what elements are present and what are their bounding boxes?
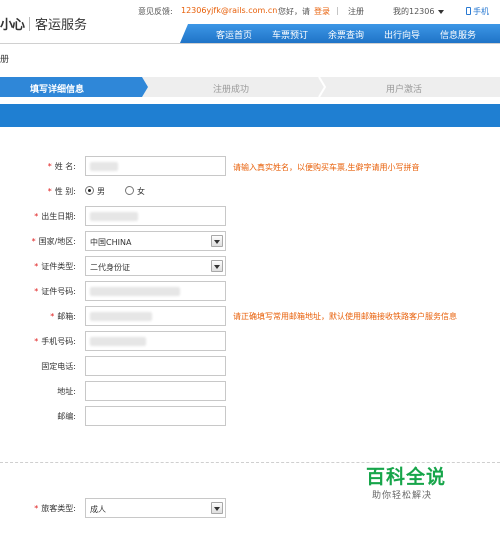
chevron-down-icon (211, 502, 223, 514)
form-row-country: * 国家/地区: 中国CHINA (0, 231, 500, 251)
form-row-mobile: * 手机号码: (0, 331, 500, 351)
my-account-label: 我的12306 (393, 7, 435, 16)
id-type-value: 二代身份证 (90, 263, 130, 272)
nav-item-ticket-query[interactable]: 余票查询 (328, 28, 364, 41)
mobile-link[interactable]: 手机 (466, 6, 489, 17)
chevron-down-icon (211, 260, 223, 272)
birth-date-input[interactable] (85, 206, 226, 226)
logo-mark: 小心 (0, 18, 25, 33)
form-row-passenger-type: * 旅客类型: 成人 (0, 498, 500, 518)
feedback-email-link[interactable]: 12306yjfk@rails.com.cn (181, 6, 277, 15)
mobile-label: * 手机号码: (34, 337, 76, 346)
form-row-phone: 固定电话: (0, 356, 500, 376)
email-label: * 邮箱: (50, 312, 76, 321)
section-header-bar (0, 104, 500, 127)
zip-input[interactable] (85, 406, 226, 426)
page-title-fragment: 册 (0, 55, 10, 65)
country-value: 中国CHINA (90, 238, 132, 247)
form-row-zip: 邮编: (0, 406, 500, 426)
site-header: 小心 客运服务 意见反馈: 12306yjfk@rails.com.cn 您好，请… (0, 0, 500, 43)
form-row-address: 地址: (0, 381, 500, 401)
main-nav: 客运首页 车票预订 余票查询 出行向导 信息服务 (180, 24, 500, 43)
watermark-title: 百科全说 (366, 466, 447, 488)
gender-label: * 性 别: (47, 187, 76, 196)
form-row-name: * 姓 名: 请输入真实姓名，以便购买车票,生僻字请用小写拼音 (0, 156, 500, 176)
header-divider (0, 43, 500, 44)
id-type-label: * 证件类型: (34, 262, 76, 271)
gender-female-label: 女 (137, 187, 145, 196)
feedback-label: 意见反馈: (138, 7, 173, 16)
nav-item-home[interactable]: 客运首页 (216, 28, 252, 41)
id-type-select[interactable]: 二代身份证 (85, 256, 226, 276)
my-account-menu[interactable]: 我的12306 (393, 6, 445, 17)
logo-divider (29, 17, 31, 31)
chevron-down-icon (438, 9, 445, 14)
nav-item-travel-guide[interactable]: 出行向导 (384, 28, 420, 41)
address-input[interactable] (85, 381, 226, 401)
country-label: * 国家/地区: (31, 237, 76, 246)
email-hint: 请正确填写常用邮箱地址，默认使用邮箱接收铁路客户服务信息 (233, 312, 457, 321)
passenger-type-value: 成人 (90, 505, 106, 514)
phone-input[interactable] (85, 356, 226, 376)
country-select[interactable]: 中国CHINA (85, 231, 226, 251)
top-bar: 意见反馈: 12306yjfk@rails.com.cn 您好，请 登录 | 注… (138, 6, 500, 18)
registration-steps: 填写详细信息 注册成功 用户激活 (0, 77, 500, 97)
logo-text: 客运服务 (35, 18, 88, 33)
passenger-type-label: * 旅客类型: (34, 504, 76, 513)
phone-label: 固定电话: (41, 362, 76, 371)
site-logo[interactable]: 小心 客运服务 (0, 14, 87, 33)
gender-male-radio[interactable] (85, 186, 94, 195)
nav-item-booking[interactable]: 车票预订 (272, 28, 308, 41)
step-user-activate: 用户激活 (386, 85, 423, 95)
form-row-birth: * 出生日期: (0, 206, 500, 226)
name-hint: 请输入真实姓名，以便购买车票,生僻字请用小写拼音 (233, 163, 420, 172)
gender-female-radio[interactable] (125, 186, 134, 195)
name-input[interactable] (85, 156, 226, 176)
register-link[interactable]: 注册 (348, 6, 364, 17)
gender-male-label: 男 (97, 187, 105, 196)
step-separator-arrow (318, 77, 326, 97)
form-row-email: * 邮箱: 请正确填写常用邮箱地址，默认使用邮箱接收铁路客户服务信息 (0, 306, 500, 326)
mobile-input[interactable] (85, 331, 226, 351)
id-number-label: * 证件号码: (34, 287, 76, 296)
name-label: * 姓 名: (47, 162, 76, 171)
id-number-input[interactable] (85, 281, 226, 301)
phone-icon (466, 7, 471, 15)
zip-label: 邮编: (57, 412, 76, 421)
nav-item-info-service[interactable]: 信息服务 (440, 28, 476, 41)
mobile-label: 手机 (473, 7, 489, 16)
form-row-gender: * 性 别: 男 女 (0, 181, 500, 201)
form-row-id-number: * 证件号码: (0, 281, 500, 301)
birth-label: * 出生日期: (34, 212, 76, 221)
email-input[interactable] (85, 306, 226, 326)
chevron-down-icon (211, 235, 223, 247)
greeting-text: 您好，请 (278, 7, 310, 16)
topbar-divider: | (336, 6, 339, 15)
step-register-success: 注册成功 (213, 85, 250, 95)
login-link[interactable]: 登录 (314, 6, 330, 17)
passenger-type-select[interactable]: 成人 (85, 498, 226, 518)
step-fill-details: 填写详细信息 (30, 85, 85, 95)
form-row-id-type: * 证件类型: 二代身份证 (0, 256, 500, 276)
address-label: 地址: (57, 387, 76, 396)
